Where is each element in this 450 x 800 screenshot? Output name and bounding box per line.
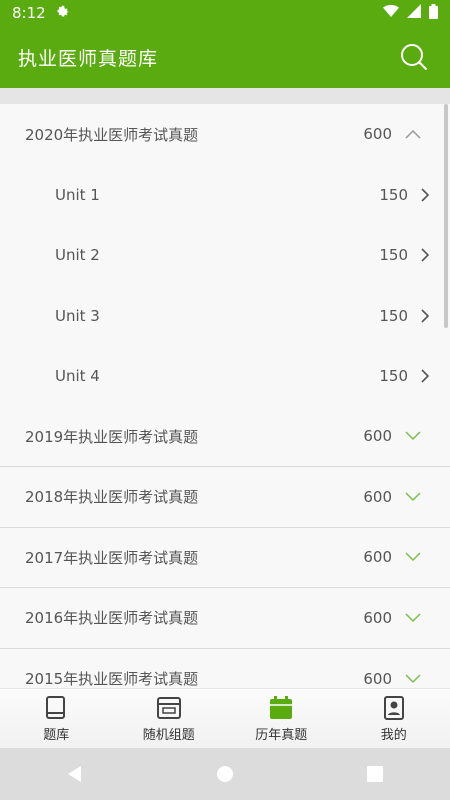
list-scrollbar[interactable] (444, 104, 448, 328)
year-label: 2019年执业医师考试真题 (25, 427, 199, 446)
gear-icon (56, 4, 70, 22)
unit-count: 150 (379, 185, 408, 204)
year-label: 2017年执业医师考试真题 (25, 548, 199, 567)
year-count: 600 (363, 427, 392, 446)
tab-question-bank[interactable]: 题库 (0, 689, 113, 749)
home-icon[interactable] (213, 762, 237, 786)
unit-row-4[interactable]: Unit 4 150 (0, 346, 450, 407)
shuffle-card-icon (156, 696, 181, 720)
year-label: 2020年执业医师考试真题 (25, 125, 199, 144)
header-spacer (0, 88, 450, 104)
bottom-nav: 题库 随机组题 历年真题 我的 (0, 688, 450, 749)
tab-label: 随机组题 (142, 727, 195, 743)
tab-profile[interactable]: 我的 (338, 689, 450, 749)
year-count: 600 (363, 608, 392, 627)
unit-label: Unit 2 (55, 246, 100, 265)
app-bar: 执业医师真题库 (0, 26, 450, 88)
unit-count: 150 (379, 246, 408, 265)
status-bar: 8:12 (0, 0, 450, 26)
search-icon[interactable] (396, 39, 432, 75)
year-row-2016[interactable]: 2016年执业医师考试真题 600 (0, 588, 450, 649)
year-count: 600 (363, 548, 392, 567)
book-icon (44, 695, 68, 720)
status-time: 8:12 (12, 4, 46, 22)
battery-icon (429, 3, 438, 23)
unit-label: Unit 1 (55, 185, 100, 204)
chevron-down-icon (404, 427, 422, 445)
year-count: 600 (363, 669, 392, 688)
tab-random-quiz[interactable]: 随机组题 (113, 689, 226, 749)
chevron-right-icon (416, 307, 434, 325)
year-row-2015[interactable]: 2015年执业医师考试真题 600 (0, 649, 450, 688)
unit-count: 150 (379, 306, 408, 325)
recents-icon[interactable] (363, 762, 387, 786)
year-label: 2016年执业医师考试真题 (25, 609, 199, 628)
unit-row-2[interactable]: Unit 2 150 (0, 225, 450, 286)
back-icon[interactable] (63, 762, 87, 786)
year-label: 2015年执业医师考试真题 (25, 670, 199, 688)
tab-label: 题库 (43, 727, 70, 743)
chevron-right-icon (416, 367, 434, 385)
signal-icon (407, 4, 421, 22)
unit-row-3[interactable]: Unit 3 150 (0, 286, 450, 347)
unit-label: Unit 4 (55, 367, 100, 386)
tab-label: 历年真题 (255, 727, 308, 743)
chevron-down-icon (404, 488, 422, 506)
wifi-icon (383, 4, 399, 22)
tab-past-exams[interactable]: 历年真题 (225, 689, 338, 749)
chevron-down-icon (404, 670, 422, 688)
year-label: 2018年执业医师考试真题 (25, 488, 199, 507)
chevron-right-icon (416, 186, 434, 204)
profile-icon (382, 695, 406, 720)
year-row-2020[interactable]: 2020年执业医师考试真题 600 (0, 104, 450, 165)
year-count: 600 (363, 487, 392, 506)
unit-count: 150 (379, 367, 408, 386)
system-nav-bar (0, 748, 450, 800)
year-row-2018[interactable]: 2018年执业医师考试真题 600 (0, 467, 450, 528)
unit-label: Unit 3 (55, 306, 100, 325)
year-row-2019[interactable]: 2019年执业医师考试真题 600 (0, 407, 450, 467)
chevron-down-icon (404, 609, 422, 627)
tab-label: 我的 (380, 727, 407, 743)
year-row-2017[interactable]: 2017年执业医师考试真题 600 (0, 528, 450, 588)
chevron-down-icon (404, 548, 422, 566)
calendar-icon (269, 695, 293, 720)
app-title: 执业医师真题库 (18, 47, 159, 70)
exam-year-list: 2020年执业医师考试真题 600 Unit 1 150 Unit 2 150 … (0, 104, 450, 688)
chevron-up-icon (404, 125, 422, 143)
year-count: 600 (363, 125, 392, 144)
unit-row-1[interactable]: Unit 1 150 (0, 165, 450, 226)
chevron-right-icon (416, 246, 434, 264)
